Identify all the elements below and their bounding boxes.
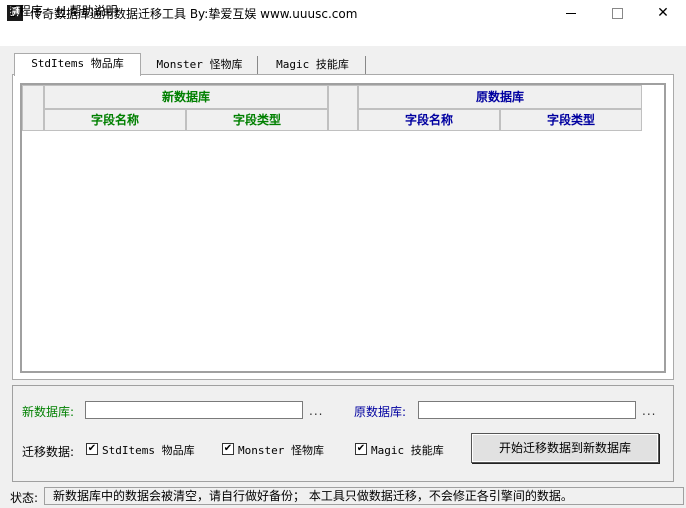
menu-bar <box>0 26 686 46</box>
status-text: 新数据库中的数据会被清空，请自行做好备份； 本工具只做数据迁移，不会修正各引擎间… <box>44 487 684 505</box>
close-button[interactable]: ✕ <box>640 0 686 26</box>
tab-stditems[interactable]: StdItems 物品库 <box>14 53 141 76</box>
new-db-header: 新数据库 <box>44 85 328 109</box>
minimize-icon <box>566 12 576 14</box>
magic-checkbox-label[interactable]: Magic 技能库 <box>371 442 444 458</box>
old-db-label: 原数据库: <box>354 405 407 419</box>
grid-separator-column <box>328 85 358 131</box>
field-mapping-grid[interactable]: 新数据库 字段名称 字段类型 原数据库 字段名称 字段类型 <box>20 83 666 373</box>
old-db-path-input[interactable] <box>418 401 636 419</box>
tab-monster[interactable]: Monster 怪物库 <box>142 56 258 74</box>
grid-row-header <box>22 85 44 131</box>
maximize-icon <box>611 7 623 19</box>
new-db-path-input[interactable] <box>85 401 303 419</box>
stditems-checkbox-label[interactable]: StdItems 物品库 <box>102 442 195 458</box>
column-header-old-field-name[interactable]: 字段名称 <box>358 109 500 131</box>
start-migration-button[interactable]: 开始迁移数据到新数据库 <box>471 433 659 463</box>
migrate-label: 迁移数据: <box>22 445 75 459</box>
minimize-button[interactable] <box>548 0 594 26</box>
check-icon: ✔ <box>87 443 97 454</box>
monster-checkbox-label[interactable]: Monster 怪物库 <box>238 442 324 458</box>
menu-help-accel: H <box>57 4 66 18</box>
column-header-new-field-name[interactable]: 字段名称 <box>44 109 186 131</box>
check-icon: ✔ <box>223 443 233 454</box>
close-icon: ✕ <box>657 5 669 21</box>
menu-help[interactable]: H.帮助说明 <box>57 2 118 19</box>
stditems-checkbox[interactable]: ✔ <box>86 443 98 455</box>
old-db-header: 原数据库 <box>358 85 642 109</box>
column-header-old-field-type[interactable]: 字段类型 <box>500 109 642 131</box>
new-db-label: 新数据库: <box>22 405 75 419</box>
monster-checkbox[interactable]: ✔ <box>222 443 234 455</box>
magic-checkbox[interactable]: ✔ <box>355 443 367 455</box>
new-db-browse-button[interactable]: ... <box>309 404 323 418</box>
check-icon: ✔ <box>356 443 366 454</box>
menu-program[interactable]: F.程序 <box>10 2 43 19</box>
old-db-browse-button[interactable]: ... <box>642 404 656 418</box>
maximize-button[interactable] <box>594 0 640 26</box>
column-header-new-field-type[interactable]: 字段类型 <box>186 109 328 131</box>
tab-magic[interactable]: Magic 技能库 <box>260 56 366 74</box>
menu-program-label: .程序 <box>14 4 43 18</box>
status-label: 状态: <box>10 491 39 505</box>
menu-help-label: .帮助说明 <box>65 4 118 18</box>
